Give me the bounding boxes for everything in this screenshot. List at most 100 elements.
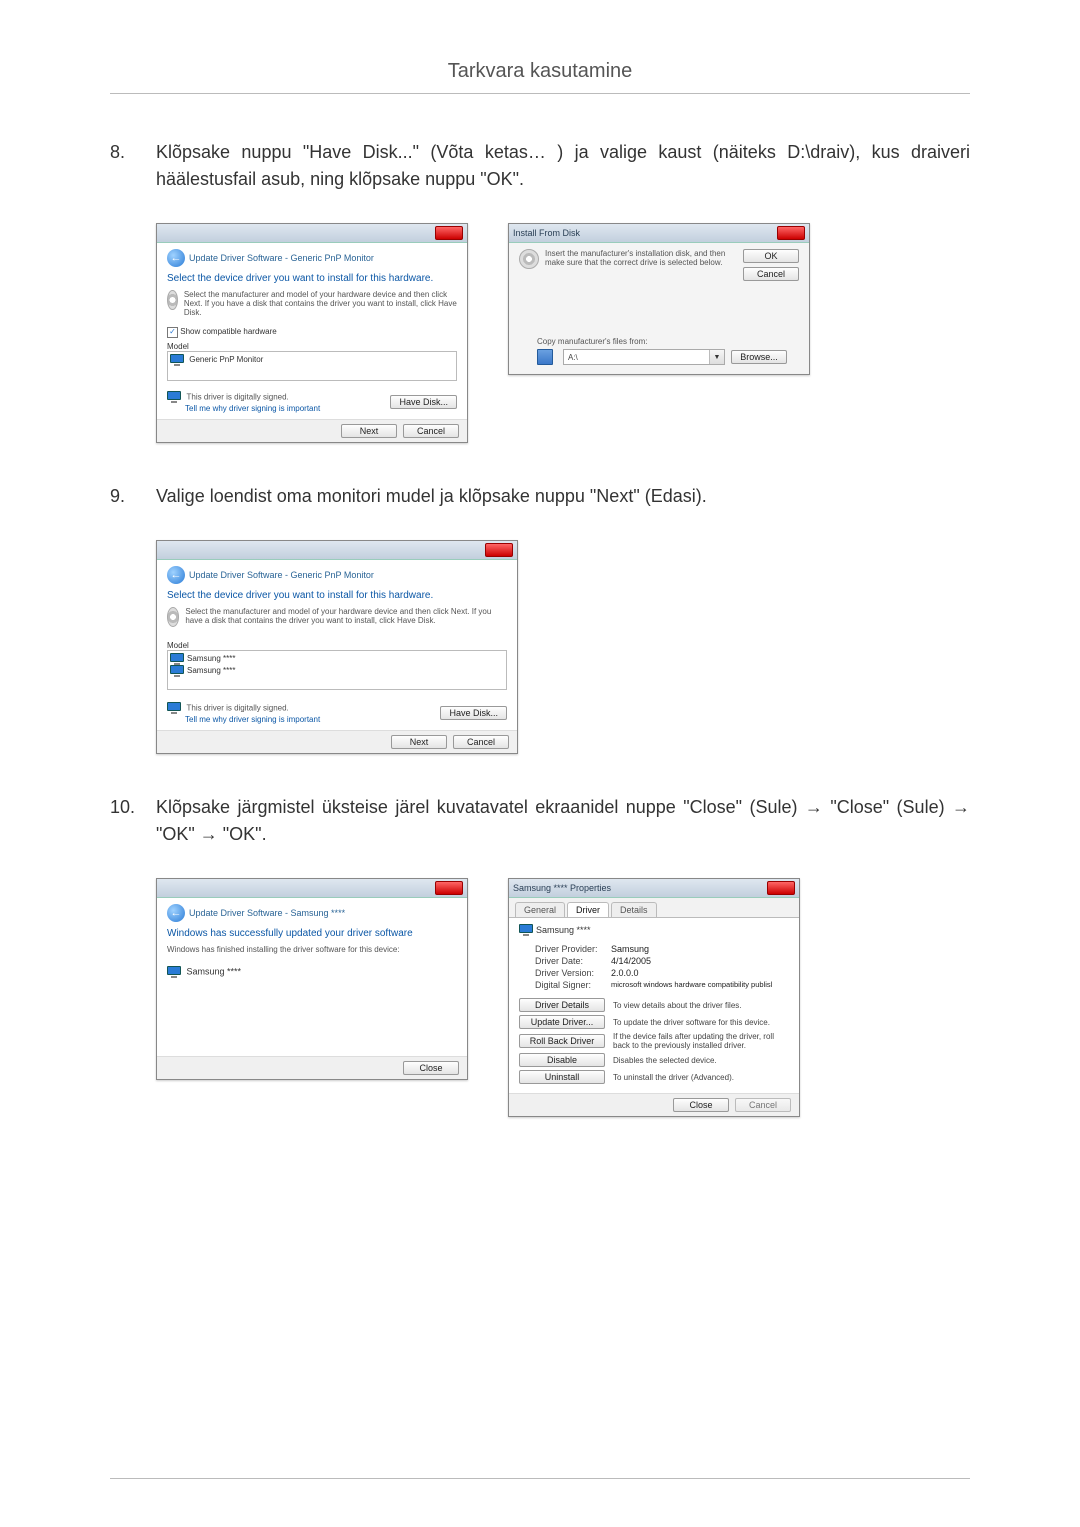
model-item[interactable]: Samsung **** bbox=[187, 666, 235, 675]
dialog-body: ← Update Driver Software - Generic PnP M… bbox=[157, 243, 467, 419]
monitor-icon bbox=[170, 354, 184, 366]
divider-bottom bbox=[110, 1478, 970, 1479]
dialog-footer: Close Cancel bbox=[509, 1093, 799, 1116]
dialog-install-from-disk: Install From Disk Insert the manufacture… bbox=[508, 223, 810, 375]
version-value: 2.0.0.0 bbox=[611, 968, 639, 978]
wizard-heading: Select the device driver you want to ins… bbox=[167, 273, 457, 284]
wizard-description: Select the manufacturer and model of you… bbox=[184, 290, 457, 317]
date-value: 4/14/2005 bbox=[611, 956, 651, 966]
ok-button[interactable]: OK bbox=[743, 249, 799, 263]
floppy-icon bbox=[537, 349, 553, 365]
step-9: 9. Valige loendist oma monitori mudel ja… bbox=[110, 483, 970, 510]
step-8-text: Klõpsake nuppu "Have Disk..." (Võta keta… bbox=[156, 139, 970, 193]
signer-value: microsoft windows hardware compatibility… bbox=[611, 980, 772, 990]
dialog-titlebar: Samsung **** Properties bbox=[509, 879, 799, 898]
signed-importance-link[interactable]: Tell me why driver signing is important bbox=[185, 715, 320, 724]
dialog-body: ← Update Driver Software - Generic PnP M… bbox=[157, 560, 517, 730]
step-8-figures: ← Update Driver Software - Generic PnP M… bbox=[156, 223, 970, 443]
step-10-text: Klõpsake järgmistel üksteise järel kuvat… bbox=[156, 794, 970, 848]
step-8: 8. Klõpsake nuppu "Have Disk..." (Võta k… bbox=[110, 139, 970, 193]
dialog-update-driver-select-model: ← Update Driver Software - Generic PnP M… bbox=[156, 540, 518, 754]
back-arrow-icon[interactable]: ← bbox=[167, 249, 185, 267]
drive-select[interactable]: A:\ ▼ bbox=[563, 349, 725, 365]
dialog-device-properties: Samsung **** Properties General Driver D… bbox=[508, 878, 800, 1117]
close-icon[interactable] bbox=[777, 226, 805, 240]
step-9-number: 9. bbox=[110, 483, 156, 510]
wizard-description: Select the manufacturer and model of you… bbox=[185, 607, 507, 627]
wizard-heading: Select the device driver you want to ins… bbox=[167, 590, 507, 601]
close-button[interactable]: Close bbox=[403, 1061, 459, 1075]
tabs: General Driver Details bbox=[509, 898, 799, 917]
show-compatible-row: ✓ Show compatible hardware bbox=[167, 327, 457, 338]
update-driver-button[interactable]: Update Driver... bbox=[519, 1015, 605, 1029]
tab-driver[interactable]: Driver bbox=[567, 902, 609, 917]
update-driver-desc: To update the driver software for this d… bbox=[613, 1018, 789, 1027]
model-listbox[interactable]: Generic PnP Monitor bbox=[167, 351, 457, 381]
close-icon[interactable] bbox=[435, 881, 463, 895]
have-disk-button[interactable]: Have Disk... bbox=[440, 706, 507, 720]
tab-general[interactable]: General bbox=[515, 902, 565, 917]
back-arrow-icon[interactable]: ← bbox=[167, 566, 185, 584]
back-arrow-icon: ← bbox=[167, 904, 185, 922]
version-label: Driver Version: bbox=[535, 968, 603, 978]
device-name: Samsung **** bbox=[187, 966, 242, 976]
dialog-titlebar bbox=[157, 879, 467, 898]
model-item[interactable]: Samsung **** bbox=[187, 654, 235, 663]
model-listbox[interactable]: Samsung **** Samsung **** bbox=[167, 650, 507, 690]
close-icon[interactable] bbox=[435, 226, 463, 240]
next-button[interactable]: Next bbox=[341, 424, 397, 438]
page-title: Tarkvara kasutamine bbox=[110, 60, 970, 83]
monitor-icon bbox=[170, 665, 184, 677]
model-label: Model bbox=[167, 641, 507, 650]
window-title bbox=[161, 228, 164, 238]
browse-button[interactable]: Browse... bbox=[731, 350, 787, 364]
close-icon[interactable] bbox=[485, 543, 513, 557]
wizard-heading: Windows has successfully updated your dr… bbox=[167, 928, 457, 939]
window-title: Samsung **** Properties bbox=[513, 883, 611, 893]
dialog-body: Samsung **** Driver Provider: Samsung Dri… bbox=[509, 917, 799, 1093]
driver-details-button[interactable]: Driver Details bbox=[519, 998, 605, 1012]
install-disk-message: Insert the manufacturer's installation d… bbox=[545, 249, 735, 281]
disk-icon bbox=[519, 249, 539, 269]
dialog-update-driver-have-disk: ← Update Driver Software - Generic PnP M… bbox=[156, 223, 468, 443]
copy-from-label: Copy manufacturer's files from: bbox=[537, 337, 799, 346]
wizard-title: Update Driver Software - Generic PnP Mon… bbox=[189, 570, 374, 580]
rollback-driver-desc: If the device fails after updating the d… bbox=[613, 1032, 789, 1050]
wizard-description: Windows has finished installing the driv… bbox=[167, 945, 457, 954]
dialog-footer: Close bbox=[157, 1056, 467, 1079]
dialog-footer: Next Cancel bbox=[157, 419, 467, 442]
model-item[interactable]: Generic PnP Monitor bbox=[189, 355, 263, 364]
device-name: Samsung **** bbox=[536, 925, 591, 935]
step-9-figure: ← Update Driver Software - Generic PnP M… bbox=[156, 540, 970, 754]
next-button[interactable]: Next bbox=[391, 735, 447, 749]
uninstall-desc: To uninstall the driver (Advanced). bbox=[613, 1073, 789, 1082]
divider-top bbox=[110, 93, 970, 94]
provider-value: Samsung bbox=[611, 944, 649, 954]
step-9-text: Valige loendist oma monitori mudel ja kl… bbox=[156, 483, 970, 510]
close-button[interactable]: Close bbox=[673, 1098, 729, 1112]
wizard-title: Update Driver Software - Samsung **** bbox=[189, 908, 345, 918]
disk-icon bbox=[167, 607, 179, 627]
cancel-button[interactable]: Cancel bbox=[453, 735, 509, 749]
dialog-titlebar bbox=[157, 224, 467, 243]
tab-details[interactable]: Details bbox=[611, 902, 657, 917]
date-label: Driver Date: bbox=[535, 956, 603, 966]
disable-button[interactable]: Disable bbox=[519, 1053, 605, 1067]
shield-icon bbox=[167, 702, 181, 714]
rollback-driver-button[interactable]: Roll Back Driver bbox=[519, 1034, 605, 1048]
dialog-titlebar: Install From Disk bbox=[509, 224, 809, 243]
step-10-number: 10. bbox=[110, 794, 156, 848]
dialog-body: ← Update Driver Software - Samsung **** … bbox=[157, 898, 467, 1056]
drive-select-value: A:\ bbox=[564, 353, 709, 362]
monitor-icon bbox=[167, 966, 181, 978]
cancel-button[interactable]: Cancel bbox=[403, 424, 459, 438]
signed-importance-link[interactable]: Tell me why driver signing is important bbox=[185, 404, 320, 413]
close-icon[interactable] bbox=[767, 881, 795, 895]
provider-label: Driver Provider: bbox=[535, 944, 603, 954]
signed-text: This driver is digitally signed. bbox=[187, 703, 289, 712]
have-disk-button[interactable]: Have Disk... bbox=[390, 395, 457, 409]
checkbox-icon[interactable]: ✓ bbox=[167, 327, 178, 338]
cancel-button[interactable]: Cancel bbox=[743, 267, 799, 281]
uninstall-button[interactable]: Uninstall bbox=[519, 1070, 605, 1084]
chevron-down-icon[interactable]: ▼ bbox=[709, 350, 724, 364]
